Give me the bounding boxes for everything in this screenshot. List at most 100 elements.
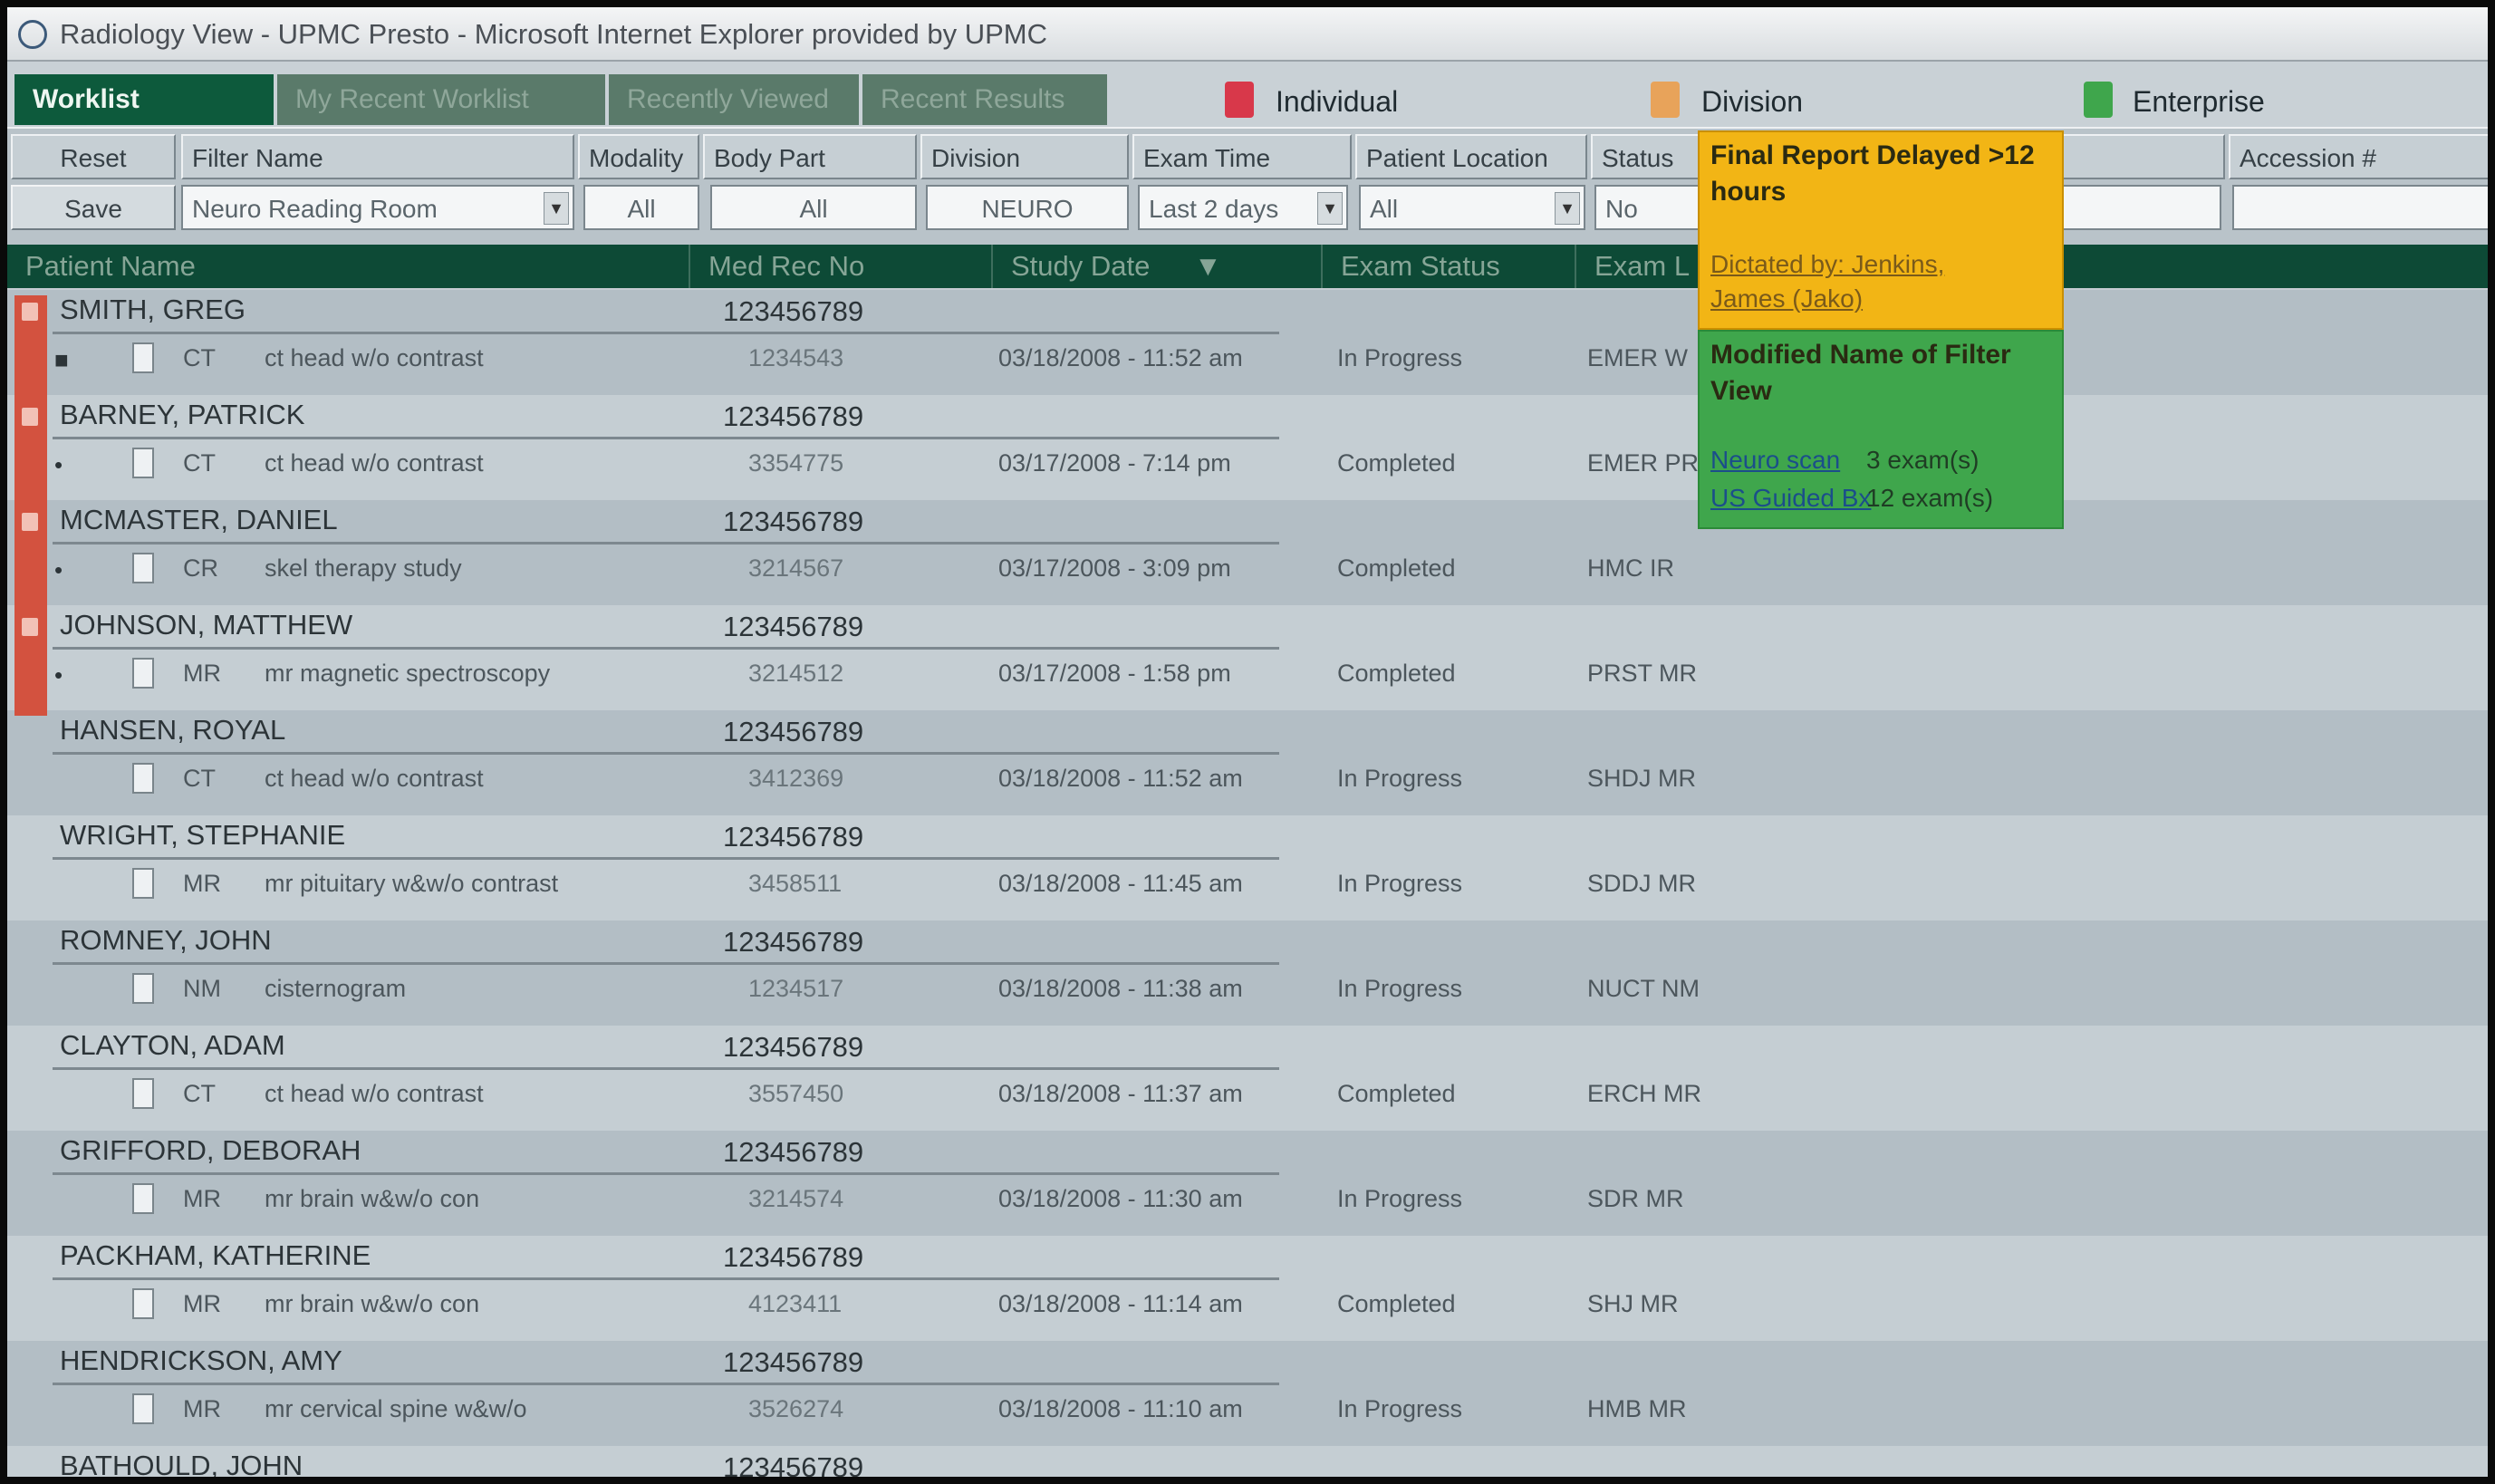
body-part-input[interactable]: All [710,185,917,230]
patient-mrn: 123456789 [723,1241,864,1273]
exam-description[interactable]: mr magnetic spectroscopy [265,660,550,688]
document-icon[interactable] [132,658,154,689]
flag-icon[interactable] [22,618,38,636]
row-divider [53,647,1279,650]
patient-row[interactable]: HANSEN, ROYAL 123456789 CT ct head w/o c… [7,710,2488,815]
patient-row[interactable]: SMITH, GREG 123456789 ■ CT ct head w/o c… [7,290,2488,395]
exam-description[interactable]: ct head w/o contrast [265,449,484,477]
legend-division: Division [1701,85,1804,118]
flag-icon[interactable] [22,303,38,321]
patient-name[interactable]: SMITH, GREG [60,294,246,326]
document-icon[interactable] [132,1078,154,1109]
accession-input[interactable] [2232,185,2488,230]
document-icon[interactable] [132,1288,154,1319]
exam-accession: 3412369 [748,765,844,792]
patient-name[interactable]: PACKHAM, KATHERINE [60,1239,371,1272]
tab-recent-results[interactable]: Recent Results [862,74,1107,125]
patient-name[interactable]: ROMNEY, JOHN [60,924,272,957]
document-icon[interactable] [132,868,154,899]
exam-description[interactable]: ct head w/o contrast [265,765,484,793]
document-icon[interactable] [132,342,154,373]
patient-row[interactable]: HENDRICKSON, AMY 123456789 MR mr cervica… [7,1341,2488,1446]
exam-status: Completed [1337,660,1456,687]
flag-icon[interactable] [22,513,38,531]
patient-name[interactable]: HANSEN, ROYAL [60,714,285,747]
patient-row[interactable]: GRIFFORD, DEBORAH 123456789 MR mr brain … [7,1131,2488,1236]
col-patient-name[interactable]: Patient Name [7,245,690,288]
tab-my-recent-worklist[interactable]: My Recent Worklist [277,74,605,125]
app-window: Radiology View - UPMC Presto - Microsoft… [7,7,2488,1477]
patient-name[interactable]: BATHOULD, JOHN [60,1450,303,1477]
patient-name[interactable]: BARNEY, PATRICK [60,399,304,431]
row-divider [53,437,1279,439]
patient-row[interactable]: BARNEY, PATRICK 123456789 • CT ct head w… [7,395,2488,500]
document-icon[interactable] [132,1393,154,1424]
enterprise-color-icon [2084,82,2113,118]
tab-recently-viewed[interactable]: Recently Viewed [609,74,859,125]
patient-row[interactable]: WRIGHT, STEPHANIE 123456789 MR mr pituit… [7,815,2488,920]
exam-description[interactable]: mr brain w&w/o con [265,1185,479,1213]
exam-date: 03/18/2008 - 11:30 am [998,1185,1243,1212]
patient-name[interactable]: HENDRICKSON, AMY [60,1344,342,1377]
exam-description[interactable]: ct head w/o contrast [265,1080,484,1108]
patient-row[interactable]: ROMNEY, JOHN 123456789 NM cisternogram 1… [7,920,2488,1026]
exam-date: 03/18/2008 - 11:38 am [998,975,1243,1002]
row-divider [53,1383,1279,1385]
patient-name[interactable]: CLAYTON, ADAM [60,1029,285,1062]
exam-description[interactable]: cisternogram [265,975,406,1003]
document-icon[interactable] [132,1183,154,1214]
exam-modality: CT [183,449,216,477]
exam-description[interactable]: mr pituitary w&w/o contrast [265,870,558,898]
patient-mrn: 123456789 [723,506,864,537]
patient-row[interactable]: BATHOULD, JOHN 123456789 [7,1446,2488,1477]
reset-button[interactable]: Reset [11,134,176,179]
patient-row[interactable]: PACKHAM, KATHERINE 123456789 MR mr brain… [7,1236,2488,1341]
flag-icon[interactable] [22,408,38,426]
document-icon[interactable] [132,973,154,1004]
col-study-date[interactable]: Study Date ▼ [993,245,1323,288]
exam-description[interactable]: ct head w/o contrast [265,344,484,372]
column-header-row: Patient Name Med Rec No Study Date ▼ Exa… [7,245,2488,288]
row-divider [53,542,1279,544]
patient-location-select[interactable]: All ▼ [1359,185,1585,230]
row-divider [53,332,1279,334]
exam-date: 03/18/2008 - 11:52 am [998,344,1243,371]
chevron-down-icon[interactable]: ▼ [1555,192,1580,225]
exam-accession: 4123411 [748,1290,843,1317]
dictated-by-link[interactable]: Dictated by: Jenkins, [1710,250,1944,279]
patient-row[interactable]: MCMASTER, DANIEL 123456789 • CR skel the… [7,500,2488,605]
document-icon[interactable] [132,553,154,583]
modality-input[interactable]: All [583,185,699,230]
save-filter-button[interactable]: Save [11,185,176,230]
document-icon[interactable] [132,763,154,794]
col-exam-status[interactable]: Exam Status [1323,245,1576,288]
exam-description[interactable]: skel therapy study [265,554,462,583]
document-icon[interactable] [132,448,154,478]
chevron-down-icon[interactable]: ▼ [544,192,569,225]
patient-name[interactable]: GRIFFORD, DEBORAH [60,1134,361,1167]
patient-name[interactable]: JOHNSON, MATTHEW [60,609,352,641]
filter-name-select[interactable]: Neuro Reading Room ▼ [181,185,574,230]
row-bullet: • [54,556,63,583]
dictated-by-name-link[interactable]: James (Jako) [1710,284,1863,313]
patient-mrn: 123456789 [723,1031,864,1063]
tab-worklist[interactable]: Worklist [14,74,274,125]
exam-time-select[interactable]: Last 2 days ▼ [1138,185,1348,230]
filter-name-value: Neuro Reading Room [192,195,438,223]
patient-row[interactable]: CLAYTON, ADAM 123456789 CT ct head w/o c… [7,1026,2488,1131]
exam-description[interactable]: mr cervical spine w&w/o [265,1395,527,1423]
exam-description[interactable]: mr brain w&w/o con [265,1290,479,1318]
patient-row[interactable]: JOHNSON, MATTHEW 123456789 • MR mr magne… [7,605,2488,710]
division-input[interactable]: NEURO [926,185,1129,230]
division-alert-panel: Final Report Delayed >12 hours Dictated … [1698,130,2064,330]
enterprise-alert-panel: Modified Name of Filter View Neuro scan … [1698,330,2064,529]
patient-name[interactable]: MCMASTER, DANIEL [60,504,338,536]
browser-icon [18,20,47,49]
patient-mrn: 123456789 [723,716,864,747]
patient-name[interactable]: WRIGHT, STEPHANIE [60,819,345,852]
col-med-rec-no[interactable]: Med Rec No [690,245,993,288]
us-guided-bx-link[interactable]: US Guided Bx [1710,484,1871,513]
neuro-scan-link[interactable]: Neuro scan [1710,446,1840,475]
chevron-down-icon[interactable]: ▼ [1317,192,1343,225]
exam-status: In Progress [1337,870,1463,897]
